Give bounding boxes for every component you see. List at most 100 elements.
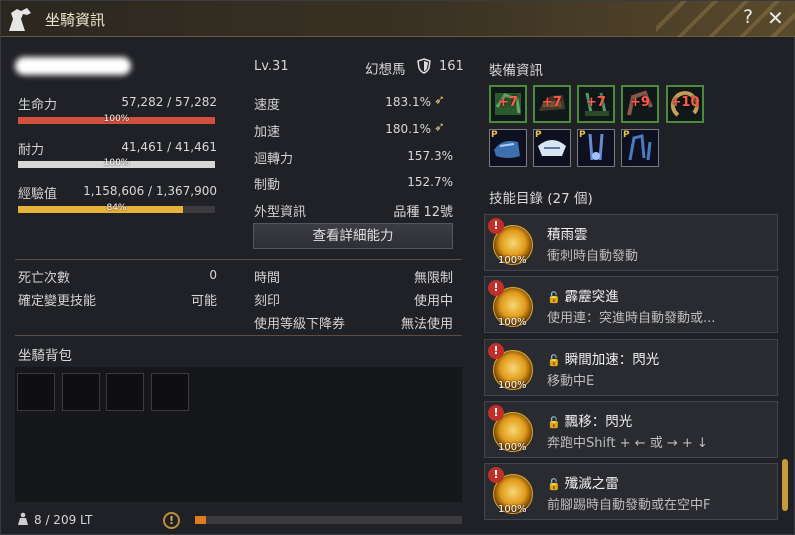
divider	[15, 335, 462, 336]
view-details-button[interactable]: 查看詳細能力	[253, 223, 453, 249]
enhance-level: +7	[498, 95, 518, 110]
outfit-tag: P	[491, 130, 498, 140]
bag-slot[interactable]	[151, 373, 189, 411]
equipment-title: 裝備資訊	[489, 63, 543, 79]
warning-icon: !	[488, 467, 504, 483]
skill-name: 飄移：閃光	[564, 414, 633, 430]
warning-icon: !	[488, 280, 504, 296]
horse-icon	[9, 8, 31, 31]
skill-mastery: 100%	[498, 442, 527, 453]
attr-accel-label: 加速	[254, 125, 281, 140]
attr-brake-label: 制動	[254, 178, 281, 193]
weight-bar	[195, 516, 462, 524]
equipment-slot[interactable]: P	[533, 129, 571, 167]
equipment-slot[interactable]: +9	[621, 85, 659, 123]
stamina-value: 41,461 / 41,461	[121, 140, 217, 154]
death-count-value: 0	[209, 268, 217, 282]
lock-icon: 🔓	[547, 416, 561, 429]
weight-icon	[18, 512, 28, 525]
equipment-slot[interactable]: +7	[533, 85, 571, 123]
equipment-slot[interactable]: P	[489, 129, 527, 167]
lock-icon: 🔓	[547, 478, 561, 491]
imprint-label: 刻印	[254, 294, 281, 309]
equipment-slot[interactable]: +7	[489, 85, 527, 123]
weight-bar-fill	[195, 516, 206, 524]
time-label: 時間	[254, 271, 281, 286]
bag-slot[interactable]	[62, 373, 100, 411]
equipment-slot[interactable]: P	[621, 129, 659, 167]
help-button[interactable]: ?	[743, 6, 753, 28]
mount-name-redacted	[15, 57, 131, 75]
skill-change-value: 可能	[190, 294, 217, 309]
hp-bar: 100%	[18, 114, 215, 124]
equipment-slot[interactable]: +10	[666, 85, 704, 123]
skill-item[interactable]: ! 100% 🔓 霹靂突進 使用連：突進時自動發動或...	[484, 276, 778, 333]
shield-icon	[417, 58, 431, 74]
close-button[interactable]: ✕	[767, 6, 784, 30]
skill-change-label: 確定變更技能	[18, 294, 97, 309]
skill-mastery: 100%	[498, 504, 527, 515]
level-ticket-value: 無法使用	[400, 317, 453, 332]
skill-mastery: 100%	[498, 255, 527, 266]
skill-desc: 使用連：突進時自動發動或...	[547, 311, 716, 326]
bag-weight: 8 / 209 LT	[34, 513, 93, 527]
attr-brake-value: 152.7%	[407, 175, 453, 189]
wing-icon: ➶	[434, 120, 445, 135]
skill-name: 積雨雲	[547, 227, 588, 243]
exp-value: 1,158,606 / 1,367,900	[83, 184, 217, 198]
title-bar[interactable]: 坐騎資訊 ? ✕	[1, 1, 795, 37]
enhance-level: +9	[630, 95, 650, 110]
attr-turning-value: 157.3%	[407, 149, 453, 163]
skill-mastery: 100%	[498, 317, 527, 328]
bag-title: 坐騎背包	[18, 348, 72, 364]
skill-name: 瞬間加速：閃光	[564, 352, 660, 368]
exp-percent: 84%	[106, 203, 127, 213]
warning-icon: !	[488, 343, 504, 359]
skill-desc: 奔跑中Shift + ← 或 → + ↓	[547, 436, 708, 451]
equipment-slot[interactable]: +7	[577, 85, 615, 123]
attr-speed-value: 183.1%	[385, 95, 431, 109]
bag-slot[interactable]	[106, 373, 144, 411]
attr-appearance-value: 品種 12號	[393, 205, 453, 220]
skill-name: 霹靂突進	[564, 289, 619, 305]
mount-defense-value: 161	[439, 59, 464, 74]
death-count-label: 死亡次數	[18, 271, 71, 286]
window-title: 坐騎資訊	[45, 11, 106, 29]
skill-list-scrollbar[interactable]	[782, 459, 788, 511]
exp-bar: 84%	[18, 203, 215, 213]
equipment-slot[interactable]: P	[577, 129, 615, 167]
skill-desc: 衝刺時自動發動	[547, 249, 639, 264]
imprint-value: 使用中	[413, 294, 453, 309]
time-value: 無限制	[413, 271, 453, 286]
skill-item[interactable]: ! 100% 🔓 瞬間加速：閃光 移動中E	[484, 339, 778, 396]
skill-list-title: 技能目錄 (27 個)	[489, 191, 593, 207]
mount-type: 幻想馬	[365, 62, 406, 78]
attr-accel-value: 180.1%	[385, 122, 431, 136]
skill-desc: 移動中E	[547, 374, 595, 389]
lock-icon: 🔓	[547, 291, 561, 304]
skill-item[interactable]: ! 100% 🔓 殲滅之雷 前腳踢時自動發動或在空中F	[484, 463, 778, 520]
mount-info-window: 坐騎資訊 ? ✕ Lv.31 幻想馬 161 生命力 57,282 / 57,2…	[0, 0, 795, 535]
stamina-label: 耐力	[18, 143, 45, 158]
warning-icon: !	[488, 405, 504, 421]
attr-speed-label: 速度	[254, 98, 281, 113]
skill-item[interactable]: ! 100% 積雨雲 衝刺時自動發動	[484, 214, 778, 271]
skill-name: 殲滅之雷	[564, 476, 619, 492]
alert-icon[interactable]: !	[163, 512, 180, 529]
enhance-level: +7	[586, 95, 606, 110]
mount-level: Lv.31	[254, 59, 289, 74]
outfit-tag: P	[579, 130, 586, 140]
exp-label: 經驗值	[18, 187, 58, 202]
bag-slot[interactable]	[17, 373, 55, 411]
hp-percent: 100%	[103, 114, 130, 124]
skill-desc: 前腳踢時自動發動或在空中F	[547, 498, 711, 513]
skill-item[interactable]: ! 100% 🔓 飄移：閃光 奔跑中Shift + ← 或 → + ↓	[484, 401, 778, 458]
hp-value: 57,282 / 57,282	[121, 95, 217, 109]
enhance-level: +7	[542, 95, 562, 110]
outfit-tag: P	[535, 130, 542, 140]
level-ticket-label: 使用等級下降券	[254, 317, 346, 332]
hp-label: 生命力	[18, 98, 58, 113]
warning-icon: !	[488, 218, 504, 234]
wing-icon: ➶	[434, 93, 445, 108]
outfit-tag: P	[623, 130, 630, 140]
